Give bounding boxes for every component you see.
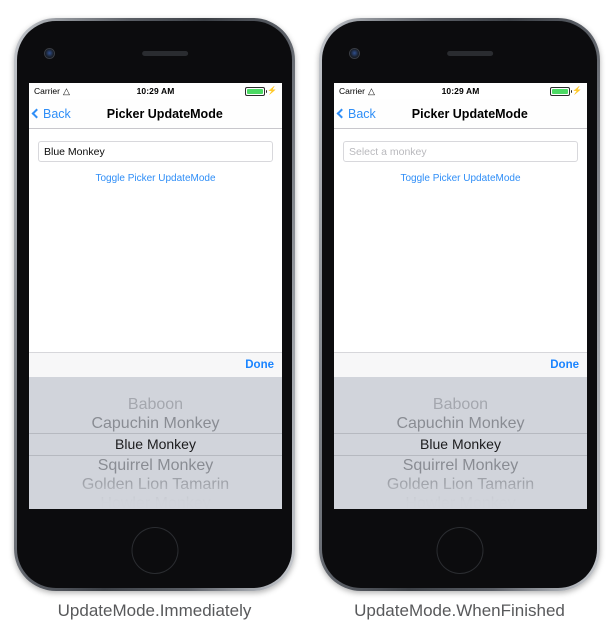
picker-row[interactable]: Capuchin Monkey — [334, 414, 587, 433]
picker-row[interactable]: Golden Lion Tamarin — [29, 475, 282, 494]
charging-bolt-icon: ⚡ — [267, 86, 277, 95]
earpiece-speaker — [446, 51, 493, 56]
picker-row[interactable]: Howler Monkey — [29, 494, 282, 509]
status-time: 10:29 AM — [441, 86, 480, 96]
chevron-left-icon — [31, 108, 42, 119]
status-time: 10:29 AM — [136, 86, 175, 96]
picker-row[interactable]: Capuchin Monkey — [29, 414, 282, 433]
phone-screen: Carrier △ 10:29 AM ⚡ Back Picker UpdateM… — [334, 83, 587, 509]
picker-toolbar: Done — [29, 352, 282, 377]
phone-body: Carrier △ 10:29 AM ⚡ Back Picker UpdateM… — [322, 21, 597, 588]
back-button[interactable]: Back — [29, 107, 71, 121]
page-title: Picker UpdateMode — [106, 106, 223, 121]
carrier-label: Carrier — [34, 86, 60, 96]
picker-row[interactable]: Squirrel Monkey — [29, 456, 282, 475]
phone-screen: Carrier △ 10:29 AM ⚡ Back Picker UpdateM… — [29, 83, 282, 509]
battery-icon — [245, 86, 268, 96]
done-button[interactable]: Done — [550, 359, 579, 371]
monkey-picker-wheel[interactable]: Baboon Capuchin Monkey Blue Monkey Squir… — [29, 377, 282, 509]
picker-row-selected[interactable]: Blue Monkey — [334, 433, 587, 456]
picker-row[interactable]: Squirrel Monkey — [334, 456, 587, 475]
toggle-updatemode-link[interactable]: Toggle Picker UpdateMode — [38, 173, 273, 184]
picker-row[interactable]: Golden Lion Tamarin — [334, 475, 587, 494]
status-bar: Carrier △ 10:29 AM ⚡ — [29, 83, 282, 99]
earpiece-speaker — [141, 51, 188, 56]
caption-whenfinished: UpdateMode.WhenFinished — [354, 601, 565, 620]
comparison-figure: Carrier △ 10:29 AM ⚡ Back Picker UpdateM… — [0, 0, 611, 641]
phone-body: Carrier △ 10:29 AM ⚡ Back Picker UpdateM… — [17, 21, 292, 588]
phone-device-immediately: Carrier △ 10:29 AM ⚡ Back Picker UpdateM… — [14, 18, 295, 591]
navigation-bar: Back Picker UpdateMode — [29, 99, 282, 129]
toggle-updatemode-link[interactable]: Toggle Picker UpdateMode — [343, 173, 578, 184]
back-button-label: Back — [348, 106, 376, 121]
screen-content: Select a monkey Toggle Picker UpdateMode — [334, 129, 587, 352]
monkey-text-field[interactable]: Select a monkey — [343, 141, 578, 162]
front-camera-icon — [349, 49, 359, 58]
home-button[interactable] — [436, 527, 483, 574]
wifi-icon: △ — [367, 85, 375, 96]
status-bar: Carrier △ 10:29 AM ⚡ — [334, 83, 587, 99]
picker-row-selected[interactable]: Blue Monkey — [29, 433, 282, 456]
charging-bolt-icon: ⚡ — [572, 86, 582, 95]
page-title: Picker UpdateMode — [411, 106, 528, 121]
picker-row[interactable]: Baboon — [334, 395, 587, 414]
battery-icon — [550, 86, 573, 96]
back-button-label: Back — [43, 106, 71, 121]
done-button[interactable]: Done — [245, 359, 274, 371]
home-button[interactable] — [131, 527, 178, 574]
caption-immediately: UpdateMode.Immediately — [57, 601, 252, 620]
screen-content: Blue Monkey Toggle Picker UpdateMode — [29, 129, 282, 352]
wifi-icon: △ — [62, 85, 70, 96]
phone-device-whenfinished: Carrier △ 10:29 AM ⚡ Back Picker UpdateM… — [319, 18, 600, 591]
monkey-text-field[interactable]: Blue Monkey — [38, 141, 273, 162]
back-button[interactable]: Back — [334, 107, 376, 121]
monkey-picker-wheel[interactable]: Baboon Capuchin Monkey Blue Monkey Squir… — [334, 377, 587, 509]
front-camera-icon — [44, 49, 54, 58]
picker-toolbar: Done — [334, 352, 587, 377]
chevron-left-icon — [336, 108, 347, 119]
carrier-label: Carrier — [339, 86, 365, 96]
picker-row[interactable]: Baboon — [29, 395, 282, 414]
navigation-bar: Back Picker UpdateMode — [334, 99, 587, 129]
picker-row[interactable]: Howler Monkey — [334, 494, 587, 509]
